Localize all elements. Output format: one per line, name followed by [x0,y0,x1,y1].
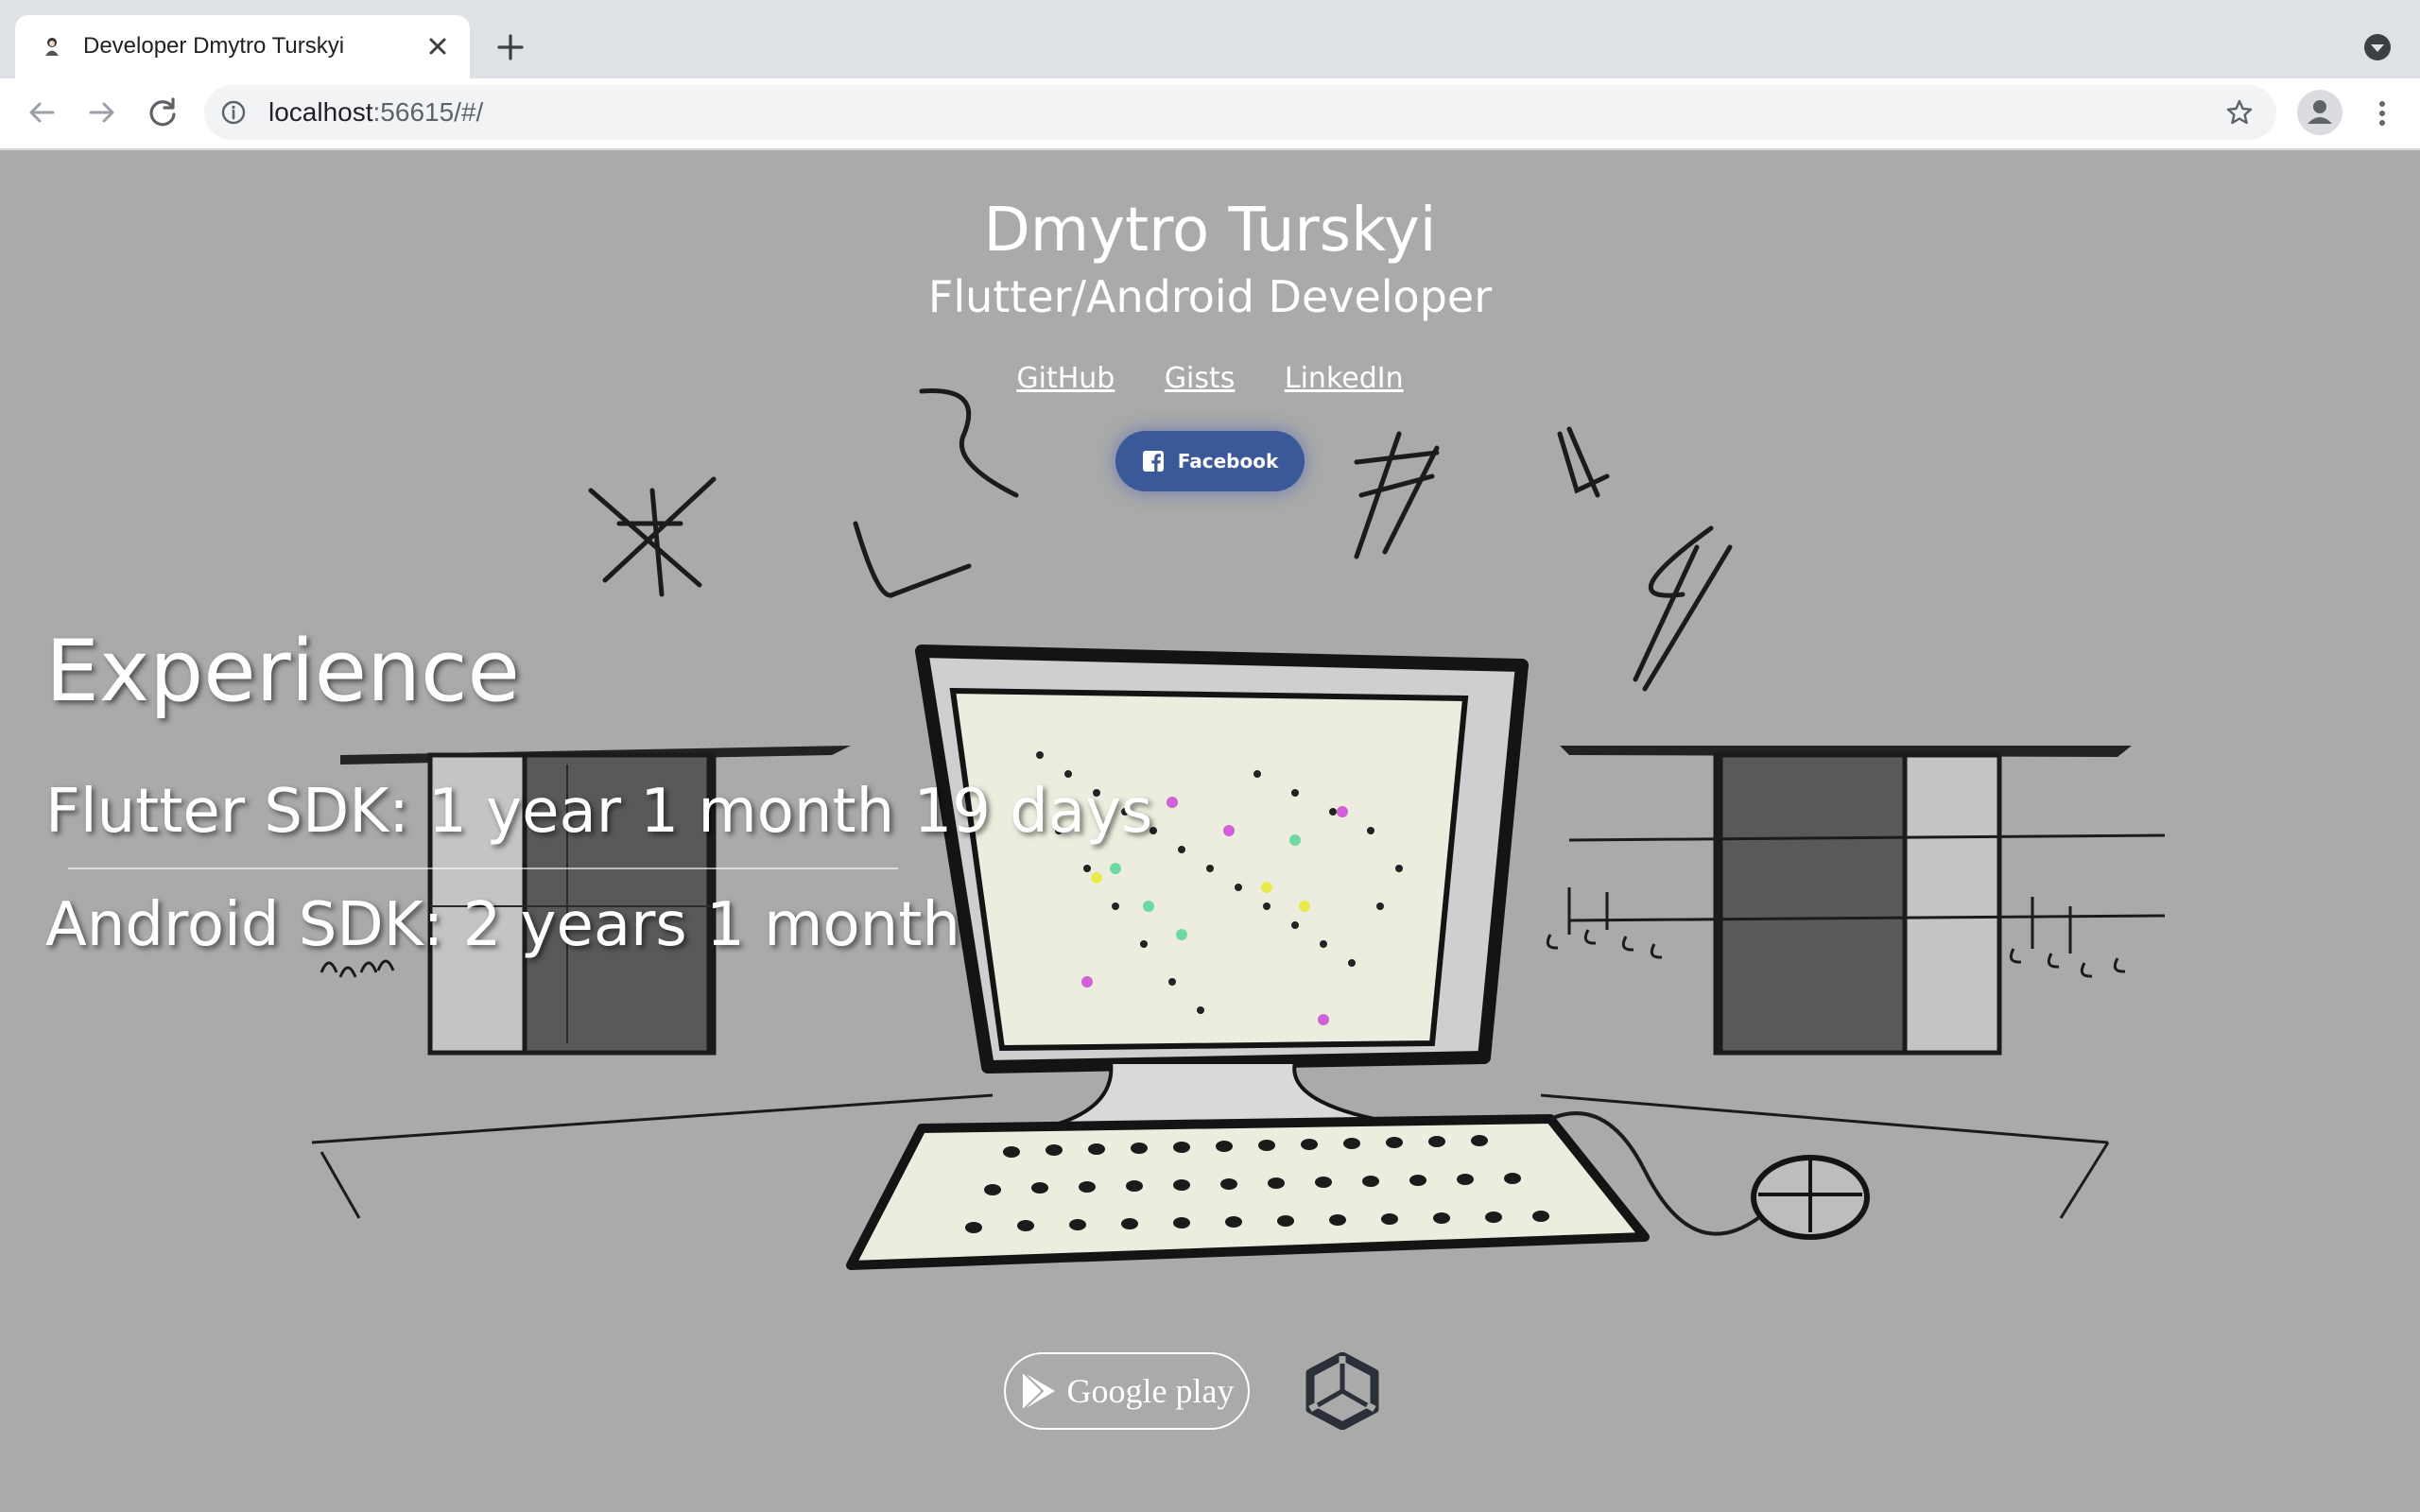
tab-title: Developer Dmytro Turskyi [83,33,345,59]
unity-icon[interactable] [1305,1352,1380,1430]
more-icon[interactable] [2363,94,2401,132]
info-icon[interactable] [221,100,246,125]
social-links: GitHub Gists LinkedIn [0,362,2420,395]
android-experience: Android SDK: 2 years 1 month [45,890,960,960]
monitor [915,644,1529,1125]
google-play-icon [1021,1371,1055,1411]
close-icon[interactable] [422,30,454,62]
tab-strip: Developer Dmytro Turskyi [0,0,2420,78]
facebook-label: Facebook [1177,450,1279,472]
plus-icon[interactable] [492,28,529,66]
google-play-label: Google play [1066,1372,1235,1410]
experience-heading: Experience [45,622,520,721]
page-title: Dmytro Turskyi [983,196,1437,266]
keyboard [846,1114,1650,1270]
facebook-button[interactable]: Facebook [1115,431,1305,491]
dropdown-icon[interactable] [2361,31,2394,63]
star-icon[interactable] [2225,98,2254,127]
page-content: Dmytro Turskyi Flutter/Android Developer… [0,150,2420,1512]
browser-tab[interactable]: Developer Dmytro Turskyi [15,15,470,78]
back-icon[interactable] [23,94,60,131]
github-link[interactable]: GitHub [1016,362,1115,395]
url-text: localhost:56615/#/ [268,97,483,128]
google-play-button[interactable]: Google play [1004,1352,1250,1430]
right-speaker [1560,746,2166,1056]
favicon-icon [45,38,59,56]
browser-toolbar: localhost:56615/#/ [0,78,2420,150]
divider [68,868,898,869]
address-bar[interactable]: localhost:56615/#/ [204,85,2276,140]
profile-icon[interactable] [2297,90,2342,135]
flutter-experience: Flutter SDK: 1 year 1 month 19 days [45,777,1153,847]
reload-icon[interactable] [144,94,182,131]
url-path: :56615/#/ [372,97,484,127]
linkedin-link[interactable]: LinkedIn [1285,362,1404,395]
forward-icon[interactable] [83,94,121,131]
facebook-icon [1142,451,1164,472]
page-subtitle: Flutter/Android Developer [927,271,1493,322]
gists-link[interactable]: Gists [1165,362,1236,395]
url-host: localhost [268,97,373,127]
